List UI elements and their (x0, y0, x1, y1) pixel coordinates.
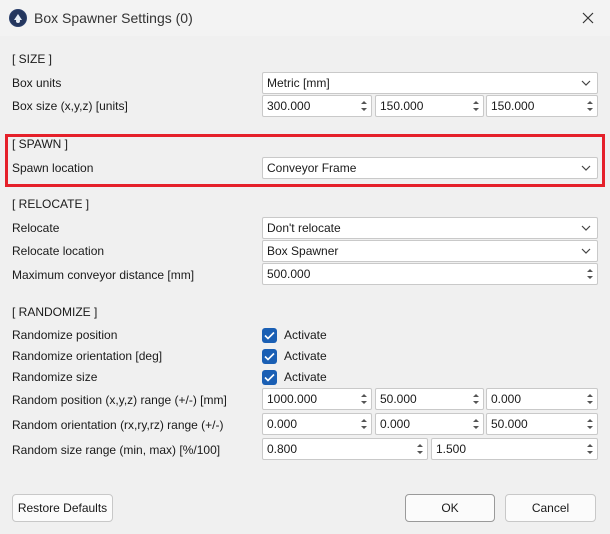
close-button[interactable] (572, 4, 604, 32)
chevron-down-icon (581, 80, 591, 86)
spin-arrows-icon[interactable] (585, 391, 595, 407)
relocate-value: Don't relocate (267, 221, 341, 235)
checkmark-icon (264, 331, 275, 340)
chevron-down-icon (581, 225, 591, 231)
orient-range-ry-spinbox[interactable]: 0.000 (375, 413, 484, 435)
pos-range-x-spinbox[interactable]: 1000.000 (262, 388, 372, 410)
app-icon (9, 9, 27, 27)
spin-arrows-icon[interactable] (585, 416, 595, 432)
orient-range-rx-spinbox[interactable]: 0.000 (262, 413, 372, 435)
randomize-size-checkbox[interactable]: Activate (262, 369, 327, 385)
box-size-x-value: 300.000 (267, 99, 311, 113)
spawn-location-value: Conveyor Frame (267, 161, 357, 175)
size-section-title: [ SIZE ] (12, 52, 53, 66)
spawn-section-title: [ SPAWN ] (12, 137, 69, 151)
pos-range-y-spinbox[interactable]: 50.000 (375, 388, 484, 410)
pos-range-label: Random position (x,y,z) range (+/-) [mm] (12, 393, 227, 407)
window-title: Box Spawner Settings (0) (34, 10, 193, 26)
max-distance-spinbox[interactable]: 500.000 (262, 263, 598, 285)
max-distance-label: Maximum conveyor distance [mm] (12, 268, 195, 282)
box-size-label: Box size (x,y,z) [units] (12, 99, 128, 113)
checkmark-icon (264, 352, 275, 361)
randomize-size-label: Randomize size (12, 370, 98, 384)
randomize-position-label: Randomize position (12, 328, 118, 342)
spin-arrows-icon[interactable] (359, 391, 369, 407)
pos-range-x-value: 1000.000 (267, 392, 318, 406)
relocate-label: Relocate (12, 221, 60, 235)
box-size-y-value: 150.000 (380, 99, 424, 113)
cancel-button[interactable]: Cancel (505, 494, 596, 522)
orient-range-rz-value: 50.000 (491, 417, 528, 431)
size-range-min-spinbox[interactable]: 0.800 (262, 438, 428, 460)
spin-arrows-icon[interactable] (359, 416, 369, 432)
size-range-max-spinbox[interactable]: 1.500 (431, 438, 598, 460)
checkbox-checked[interactable] (262, 348, 277, 364)
relocate-location-label: Relocate location (12, 244, 105, 258)
randomize-orientation-checkbox[interactable]: Activate (262, 348, 327, 364)
randomize-section-title: [ RANDOMIZE ] (12, 305, 98, 319)
spin-arrows-icon[interactable] (585, 98, 595, 114)
size-range-label: Random size range (min, max) [%/100] (12, 443, 221, 457)
size-range-min-value: 0.800 (267, 442, 298, 456)
relocate-location-select[interactable]: Box Spawner (262, 240, 598, 262)
spin-arrows-icon[interactable] (471, 98, 481, 114)
randomize-orientation-label: Randomize orientation [deg] (12, 349, 163, 363)
spin-arrows-icon[interactable] (585, 441, 595, 457)
box-size-y-spinbox[interactable]: 150.000 (375, 95, 484, 117)
activate-label: Activate (284, 328, 327, 342)
checkbox-checked[interactable] (262, 327, 277, 343)
checkbox-checked[interactable] (262, 369, 277, 385)
pos-range-z-value: 0.000 (491, 392, 522, 406)
spin-arrows-icon[interactable] (471, 391, 481, 407)
chevron-down-icon (581, 248, 591, 254)
orient-range-rx-value: 0.000 (267, 417, 298, 431)
activate-label: Activate (284, 370, 327, 384)
restore-defaults-button[interactable]: Restore Defaults (12, 494, 113, 522)
box-units-value: Metric [mm] (267, 76, 330, 90)
spin-arrows-icon[interactable] (415, 441, 425, 457)
close-icon (582, 12, 594, 24)
relocate-location-value: Box Spawner (267, 244, 339, 258)
chevron-down-icon (581, 165, 591, 171)
ok-button[interactable]: OK (405, 494, 495, 522)
randomize-position-checkbox[interactable]: Activate (262, 327, 327, 343)
box-units-select[interactable]: Metric [mm] (262, 72, 598, 94)
title-bar: Box Spawner Settings (0) (0, 0, 610, 36)
max-distance-value: 500.000 (267, 267, 311, 281)
spin-arrows-icon[interactable] (359, 98, 369, 114)
activate-label: Activate (284, 349, 327, 363)
spin-arrows-icon[interactable] (471, 416, 481, 432)
pos-range-z-spinbox[interactable]: 0.000 (486, 388, 598, 410)
relocate-select[interactable]: Don't relocate (262, 217, 598, 239)
orient-range-ry-value: 0.000 (380, 417, 411, 431)
orient-range-rz-spinbox[interactable]: 50.000 (486, 413, 598, 435)
checkmark-icon (264, 373, 275, 382)
box-size-x-spinbox[interactable]: 300.000 (262, 95, 372, 117)
size-range-max-value: 1.500 (436, 442, 467, 456)
spin-arrows-icon[interactable] (585, 266, 595, 282)
relocate-section-title: [ RELOCATE ] (12, 197, 90, 211)
spawn-location-label: Spawn location (12, 161, 94, 175)
box-units-label: Box units (12, 76, 62, 90)
box-size-z-value: 150.000 (491, 99, 535, 113)
box-size-z-spinbox[interactable]: 150.000 (486, 95, 598, 117)
pos-range-y-value: 50.000 (380, 392, 417, 406)
spawn-location-select[interactable]: Conveyor Frame (262, 157, 598, 179)
orient-range-label: Random orientation (rx,ry,rz) range (+/-… (12, 418, 224, 432)
